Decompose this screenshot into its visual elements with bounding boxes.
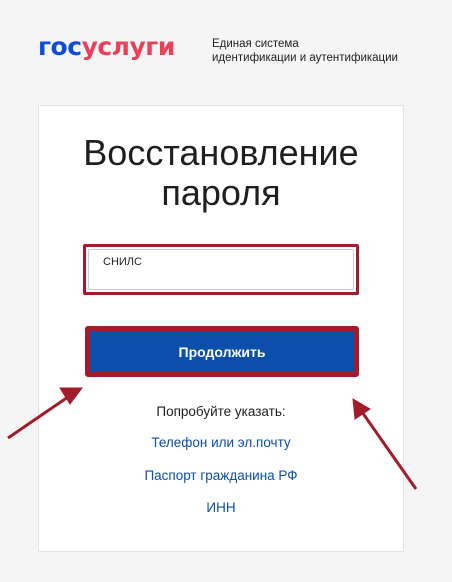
right-arrow-icon	[352, 398, 418, 490]
annotation-arrows	[7, 387, 418, 490]
left-arrow-icon	[7, 387, 83, 440]
